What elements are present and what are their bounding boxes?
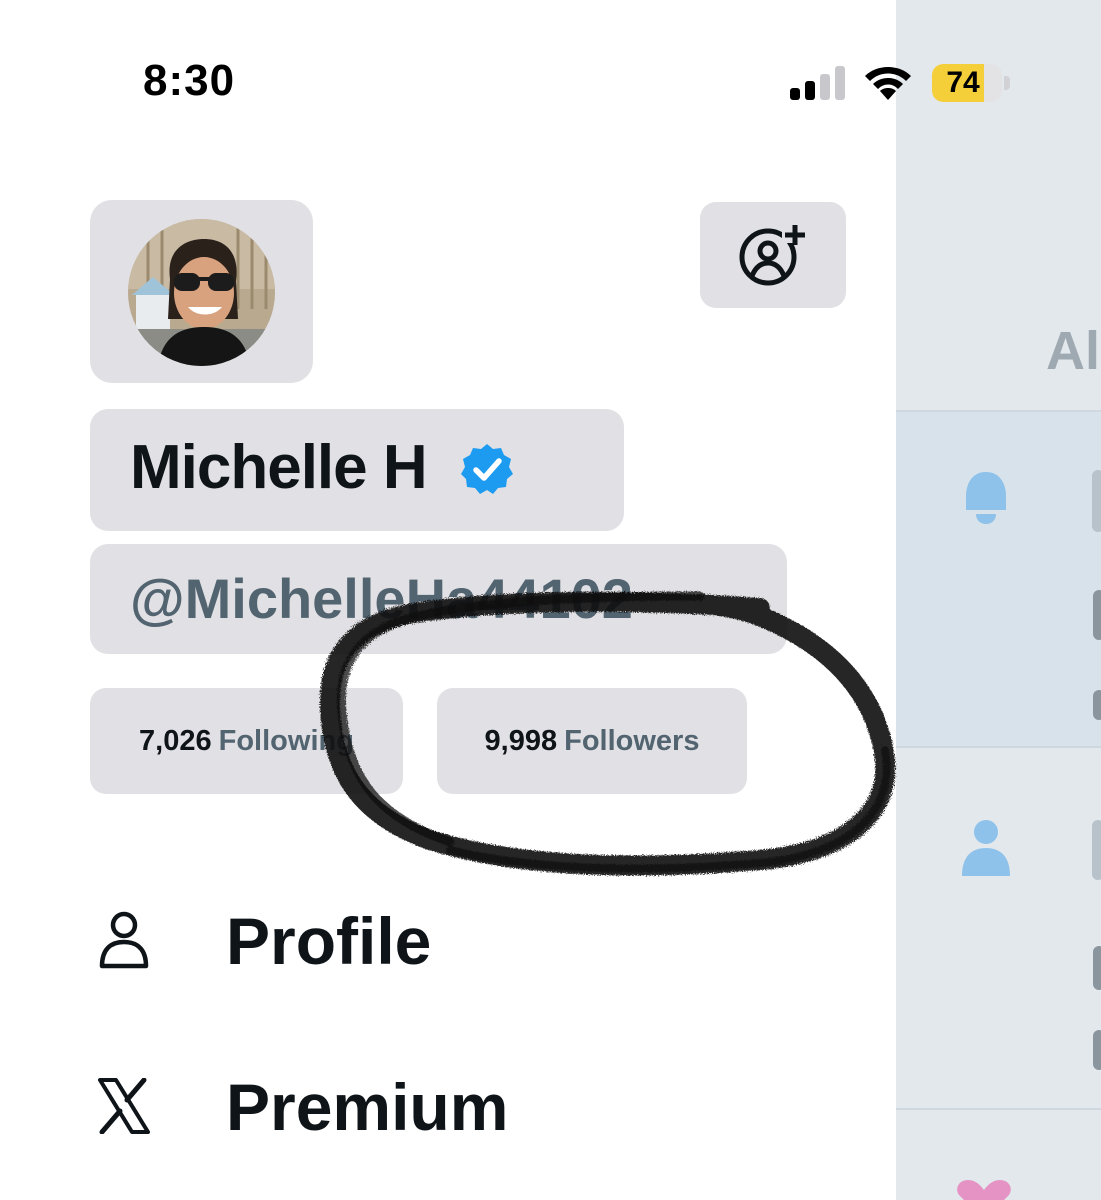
followers-label: Followers [564,724,700,757]
display-name[interactable]: Michelle H [130,432,428,503]
avatar[interactable] [128,219,275,366]
timeline-text-edge [1093,1030,1101,1070]
battery-tip [1004,76,1010,90]
heart-icon [957,1180,1011,1200]
menu-item-premium[interactable]: Premium [90,1070,508,1144]
timeline-text-edge [1093,590,1101,640]
battery-percent: 74 [946,66,980,99]
x-logo-icon [90,1072,158,1140]
cellular-signal-icon [790,66,845,100]
following-count: 7,026 [139,724,212,757]
timeline-text-edge [1093,690,1101,720]
followers-count: 9,998 [484,724,558,757]
menu-label-profile: Profile [226,904,432,978]
user-handle: @MichelleHa44102 [130,567,633,630]
status-time: 8:30 [143,56,236,105]
person-icon [90,906,158,974]
person-icon [962,820,1010,876]
following-stat[interactable]: 7,026 Following [90,688,403,794]
menu-item-profile[interactable]: Profile [90,904,431,978]
menu-label-premium: Premium [226,1070,509,1144]
bell-icon [966,472,1006,524]
wifi-icon [865,67,911,100]
timeline-tab-fragment[interactable]: Al [1046,320,1100,382]
add-account-icon [739,225,808,286]
timeline-avatar-edge [1092,820,1101,880]
avatar-photo [128,219,275,366]
following-label: Following [218,724,354,757]
followers-stat[interactable]: 9,998 Followers [437,688,747,794]
add-account-button[interactable] [700,202,846,308]
timeline-text-edge [1093,946,1101,990]
battery-indicator: 74 [932,64,1010,102]
timeline-divider [896,1108,1101,1110]
timeline-row-highlighted[interactable] [896,410,1101,748]
verified-badge-icon [461,444,513,494]
timeline-avatar-edge [1092,470,1101,532]
